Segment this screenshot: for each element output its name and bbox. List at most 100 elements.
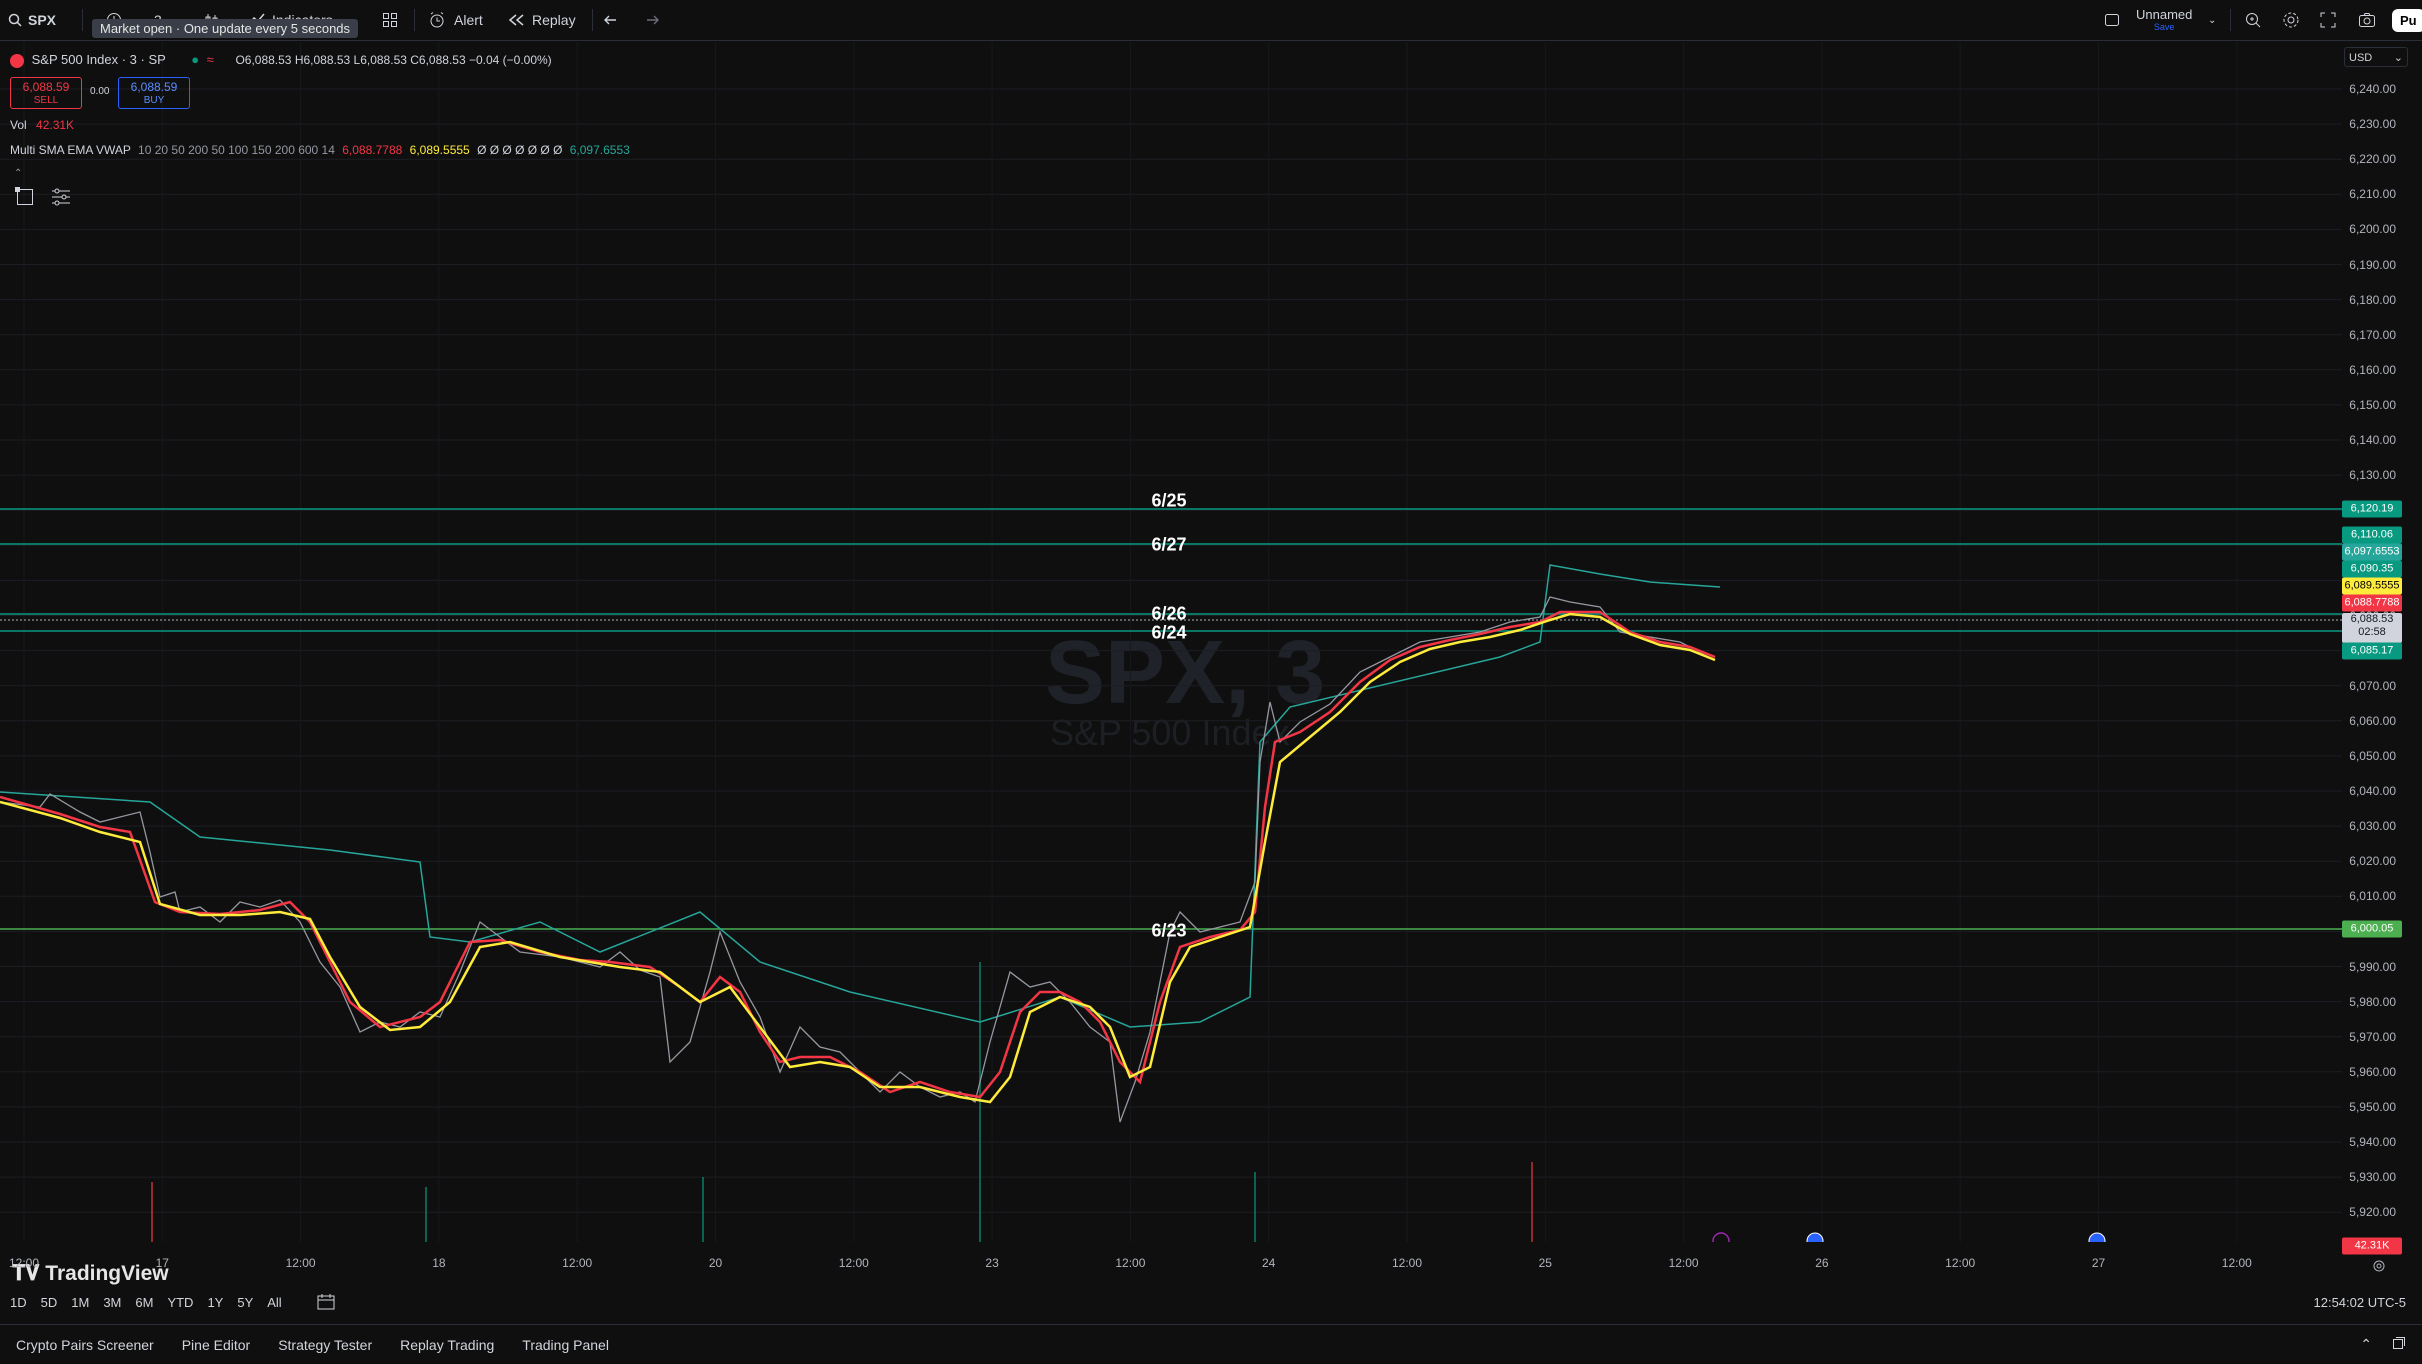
price-tick: 6,130.00 (2349, 468, 2396, 483)
object-tree-icon[interactable] (14, 186, 36, 208)
undo-button[interactable] (604, 0, 620, 40)
bottom-tab[interactable]: Pine Editor (182, 1337, 250, 1353)
sell-button[interactable]: 6,088.59 SELL (10, 77, 82, 109)
indicator-params: 10 20 50 200 50 100 150 200 600 14 (138, 143, 335, 157)
layouts-button[interactable] (382, 0, 398, 40)
snapshot-button[interactable] (2358, 0, 2376, 40)
indicator-legend[interactable]: Multi SMA EMA VWAP 10 20 50 200 50 100 1… (10, 143, 630, 157)
range-button[interactable]: 1Y (207, 1295, 223, 1310)
range-button[interactable]: 5D (41, 1295, 58, 1310)
event-markers[interactable] (1712, 1232, 2106, 1242)
symbol-label: SPX (28, 12, 57, 28)
bottom-tab[interactable]: Crypto Pairs Screener (16, 1337, 154, 1353)
legend-ohlc: O6,088.53 H6,088.53 L6,088.53 C6,088.53 … (235, 53, 552, 67)
collapse-panel-icon[interactable]: ⌃ (2360, 1336, 2372, 1353)
currency-label: USD (2349, 52, 2373, 64)
camera-icon (2359, 13, 2375, 27)
us-flag-event-icon[interactable] (2088, 1232, 2106, 1242)
top-toolbar: SPX 3 Indicators ⌄ Alert Replay Unnamed … (0, 0, 2422, 41)
alert-label: Alert (454, 12, 483, 28)
alert-button[interactable]: Alert (428, 0, 483, 40)
price-label-6090: 6,090.35 (2342, 560, 2402, 578)
price-tick: 5,920.00 (2349, 1205, 2396, 1220)
lightning-event-icon[interactable] (1712, 1232, 1730, 1242)
bottom-tab[interactable]: Strategy Tester (278, 1337, 372, 1353)
price-label-red: 6,088.7788 (2342, 594, 2402, 612)
buy-button[interactable]: 6,088.59 BUY (118, 77, 190, 109)
fullscreen-button[interactable] (2320, 0, 2336, 40)
axis-settings-icon[interactable] (2372, 1259, 2386, 1278)
price-tick: 6,160.00 (2349, 362, 2396, 377)
clock[interactable]: 12:54:02 UTC-5 (2314, 1295, 2407, 1310)
level-label-6-23: 6/23 (1151, 920, 1187, 941)
range-button[interactable]: 5Y (237, 1295, 253, 1310)
layout-name[interactable]: Unnamed Save (2136, 0, 2192, 40)
time-tick: 12:00 (285, 1256, 316, 1270)
currency-select[interactable]: USD ⌄ (2344, 47, 2408, 67)
price-tick: 6,180.00 (2349, 292, 2396, 307)
volume-legend[interactable]: Vol 42.31K (10, 118, 74, 132)
price-label-6085: 6,085.17 (2342, 642, 2402, 660)
price-tick: 6,140.00 (2349, 433, 2396, 447)
price-line (0, 596, 1716, 1123)
replay-label: Replay (532, 12, 576, 28)
time-tick: 12:00 (838, 1256, 869, 1270)
time-tick: 12:00 (562, 1256, 593, 1270)
undo-icon (604, 15, 616, 25)
market-open-dot-icon: ● (191, 52, 200, 67)
spread-value: 0.00 (90, 86, 110, 97)
maximize-panel-icon[interactable] (2392, 1336, 2406, 1353)
symbol-legend[interactable]: S&P 500 Index · 3 · SP ● ≈ O6,088.53 H6,… (10, 52, 552, 68)
range-button[interactable]: YTD (167, 1295, 193, 1310)
gear-icon (2283, 12, 2299, 28)
publish-label: Pu (2392, 8, 2422, 32)
symbol-search[interactable]: SPX (8, 0, 56, 40)
price-tick: 6,040.00 (2349, 784, 2396, 798)
layout-checkbox[interactable] (2104, 0, 2120, 40)
range-button[interactable]: 1M (71, 1295, 89, 1310)
goto-date-icon[interactable] (316, 1293, 336, 1311)
redo-button[interactable] (643, 0, 659, 40)
time-tick: 12:00 (1668, 1256, 1699, 1270)
range-button[interactable]: All (267, 1295, 281, 1310)
price-tick: 6,230.00 (2349, 117, 2396, 132)
fullscreen-icon (2320, 12, 2336, 28)
range-button[interactable]: 1D (10, 1295, 27, 1310)
price-tick: 6,170.00 (2349, 327, 2396, 342)
rewind-icon (508, 14, 524, 26)
settings-button[interactable] (2282, 0, 2300, 40)
time-tick: 12:00 (2221, 1256, 2252, 1270)
last-price-label: 6,088.53 02:58 (2342, 613, 2402, 643)
time-tick: 24 (1262, 1256, 1276, 1270)
us-flag-event-icon[interactable] (1806, 1232, 1824, 1242)
vol-label: Vol (10, 118, 27, 132)
bottom-tab[interactable]: Trading Panel (522, 1337, 609, 1353)
time-tick: 12:00 (1391, 1256, 1423, 1270)
time-tick: 17 (155, 1256, 169, 1270)
time-axis[interactable]: 12:00 17 12:00 18 12:00 20 12:00 23 12:00 24 12:00… (0, 1256, 2342, 1280)
sma-yellow-line (0, 612, 1716, 1104)
time-tick: 25 (1538, 1256, 1552, 1270)
bottom-tab[interactable]: Replay Trading (400, 1337, 494, 1353)
level-label-6-27: 6/27 (1151, 534, 1187, 555)
price-label-6120: 6,120.19 (2342, 500, 2402, 518)
publish-button[interactable]: Pu (2392, 0, 2422, 40)
square-icon (2105, 14, 2119, 26)
redo-icon (647, 15, 659, 25)
legend-tools (14, 186, 72, 208)
chevron-down-icon[interactable]: ⌄ (2208, 0, 2216, 40)
price-label-6110: 6,110.06 (2342, 526, 2402, 544)
price-tick: 6,070.00 (2349, 678, 2396, 693)
range-button[interactable]: 3M (103, 1295, 121, 1310)
range-button[interactable]: 6M (135, 1295, 153, 1310)
replay-button[interactable]: Replay (508, 0, 576, 40)
price-tick: 5,940.00 (2349, 1135, 2396, 1149)
indicator-value-yellow: 6,089.5555 (409, 143, 470, 157)
quick-search-button[interactable] (2244, 0, 2262, 40)
price-label-yellow: 6,089.5555 (2342, 577, 2402, 595)
price-tick: 6,010.00 (2349, 889, 2396, 904)
data-window-icon[interactable] (50, 186, 72, 208)
time-tick: 12:00 (1115, 1256, 1146, 1270)
collapse-legend-icon[interactable]: ⌃ (14, 168, 22, 179)
chart-pane[interactable]: SPX, 3 S&P 500 Index 6/25 6/27 6/26 6/24… (0, 42, 2342, 1285)
